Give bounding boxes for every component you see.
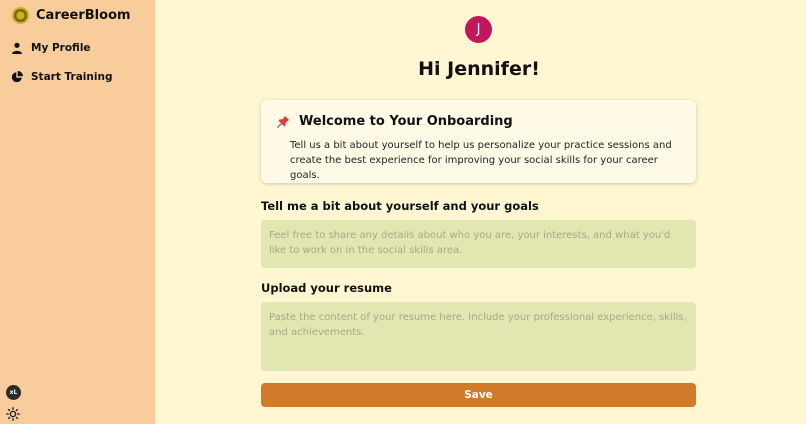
app-name: CareerBloom [36,8,131,23]
brand[interactable]: CareerBloom [12,7,131,24]
pie-chart-icon [11,71,23,83]
welcome-card-header: Welcome to Your Onboarding [277,114,513,129]
pushpin-icon [277,115,290,128]
sidebar-item-start-training[interactable]: Start Training [11,71,112,83]
user-icon [12,42,22,54]
welcome-card-title: Welcome to Your Onboarding [299,114,513,129]
welcome-card: Welcome to Your Onboarding Tell us a bit… [261,100,696,183]
main-content: J Hi Jennifer! Welcome to Your Onboardin… [155,0,806,424]
sun-icon[interactable] [6,407,20,421]
sidebar: CareerBloom My Profile Start Training xL [0,0,155,424]
sidebar-item-my-profile[interactable]: My Profile [11,42,91,54]
page-title: Hi Jennifer! [418,58,540,80]
welcome-card-body: Tell us a bit about yourself to help us … [290,140,672,181]
sidebar-item-label: My Profile [31,42,91,54]
sidebar-item-label: Start Training [31,71,113,83]
user-badge[interactable]: xL [6,385,21,400]
resume-textarea[interactable] [261,302,696,371]
resume-field-label: Upload your resume [261,281,392,295]
flower-logo-icon [12,7,29,24]
about-field-label: Tell me a bit about yourself and your go… [261,199,539,213]
avatar[interactable]: J [465,16,492,43]
save-button[interactable]: Save [261,383,696,407]
about-goals-textarea[interactable] [261,220,696,268]
